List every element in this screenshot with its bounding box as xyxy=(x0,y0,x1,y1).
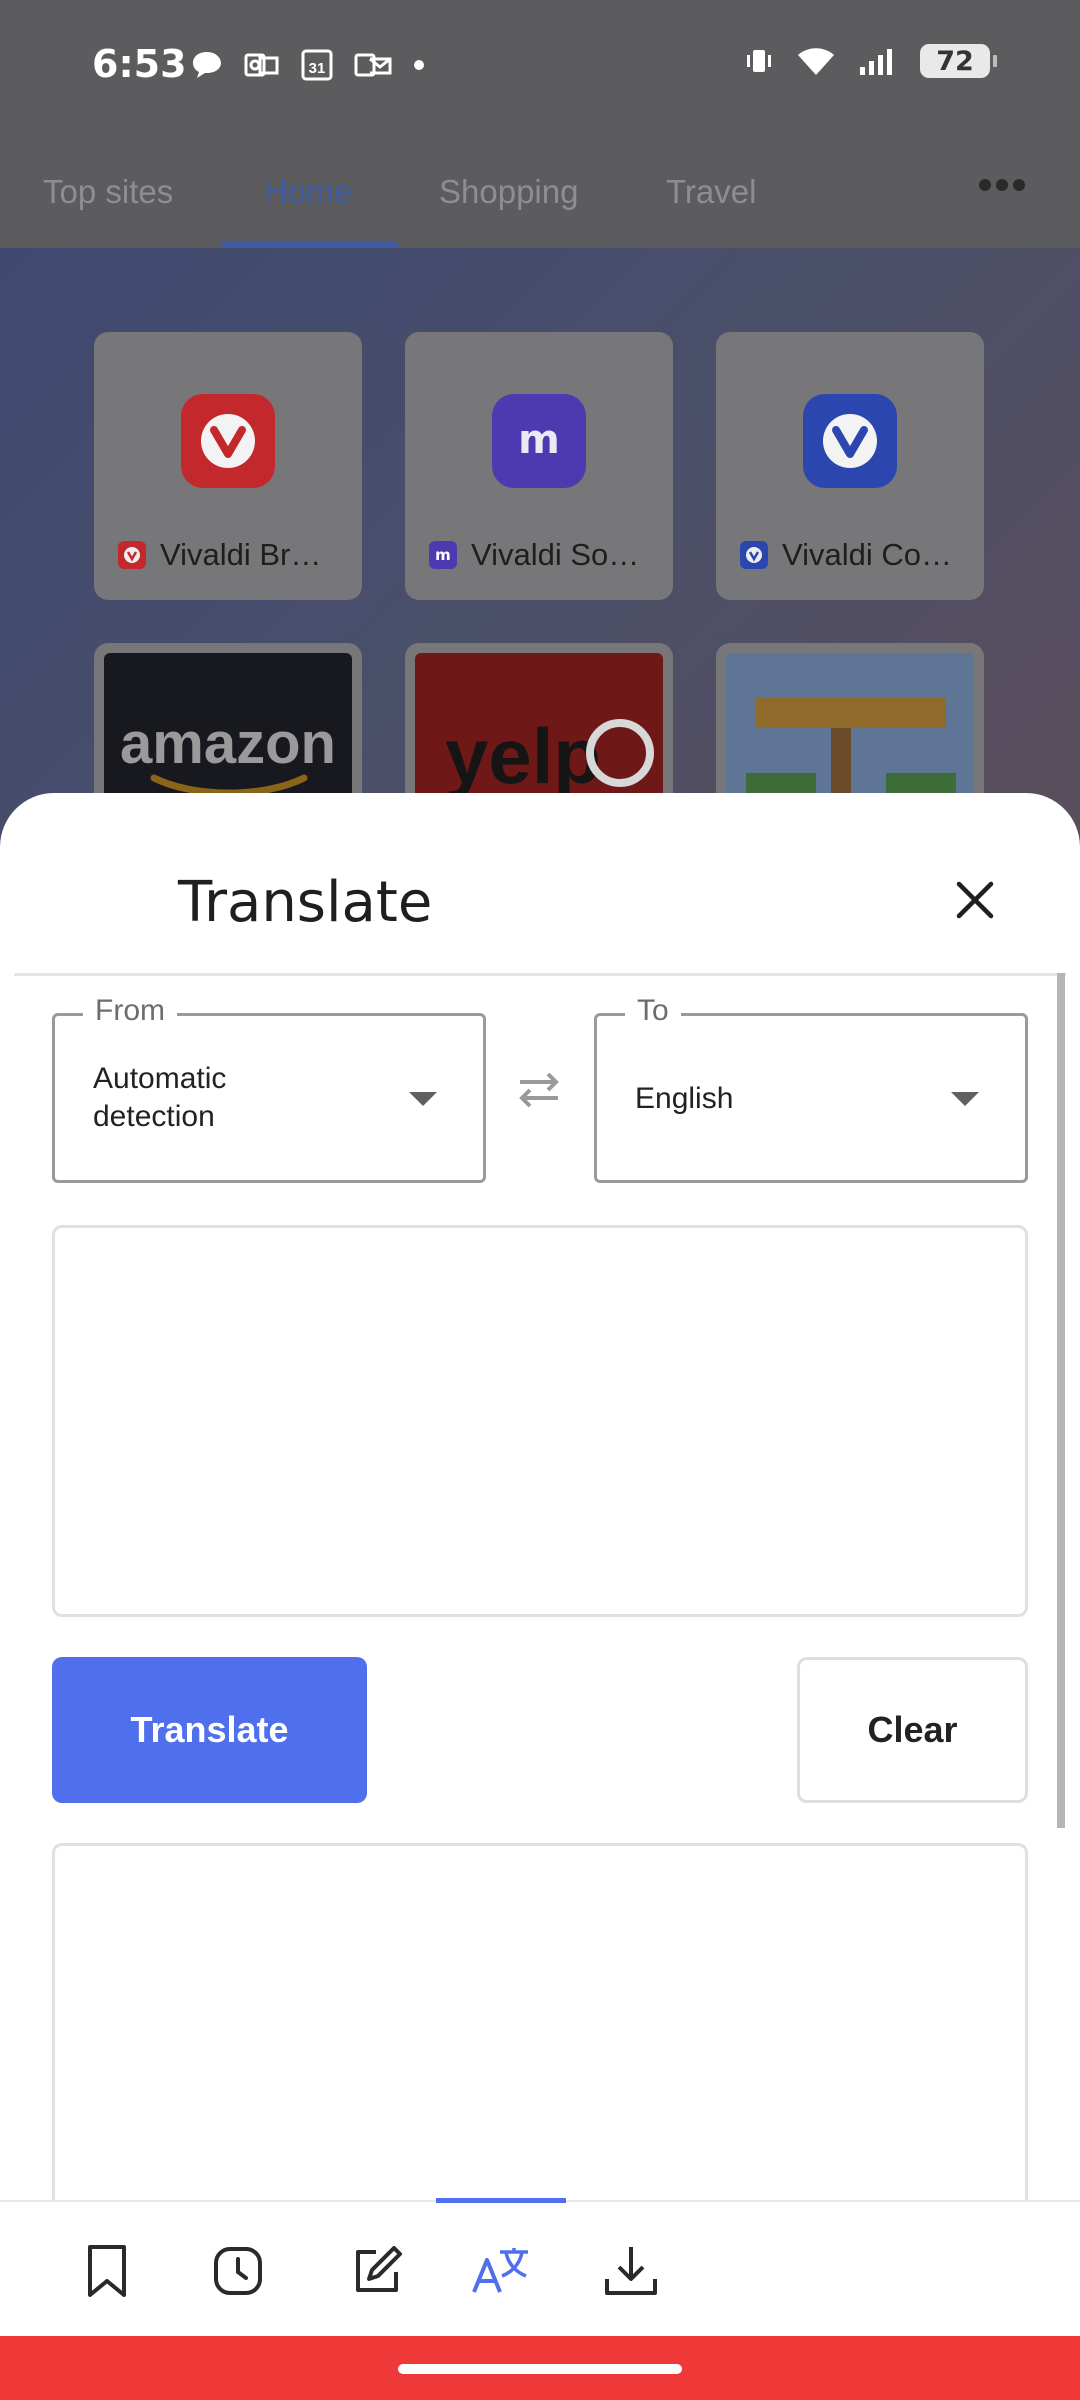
active-panel-indicator xyxy=(436,2198,566,2203)
status-time: 6:53 xyxy=(92,42,187,86)
calendar-icon: 31 xyxy=(300,48,334,82)
speed-dial-tile[interactable]: Vivaldi Br… xyxy=(94,332,362,600)
translate-button[interactable]: Translate xyxy=(52,1657,367,1803)
swap-languages-icon[interactable] xyxy=(516,1070,562,1115)
panel-divider xyxy=(14,973,1066,976)
dot-icon xyxy=(412,58,426,72)
mastodon-favicon-icon: m xyxy=(429,541,457,569)
bookmark-icon[interactable] xyxy=(72,2236,142,2306)
wifi-icon xyxy=(796,45,836,77)
tab-travel[interactable]: Travel xyxy=(666,173,756,211)
system-icons: 72 xyxy=(744,44,997,78)
notification-icons: 31 xyxy=(190,48,426,82)
from-value-line2: detection xyxy=(93,1100,215,1133)
clear-button[interactable]: Clear xyxy=(797,1657,1028,1803)
tile-label: Vivaldi Co… xyxy=(782,537,953,572)
tile-label: Vivaldi So… xyxy=(471,537,640,572)
chat-bubble-icon xyxy=(190,49,224,81)
to-label: To xyxy=(625,994,681,1028)
yelp-wordmark: yelp xyxy=(445,712,601,800)
more-options-icon[interactable] xyxy=(978,178,1026,197)
tile-label: Vivaldi Br… xyxy=(160,537,322,572)
from-value-line1: Automatic xyxy=(93,1062,227,1095)
battery-icon: 72 xyxy=(920,44,997,78)
calendar-day: 31 xyxy=(309,60,326,77)
system-nav-bar xyxy=(0,2336,1080,2400)
vivaldi-community-favicon-icon xyxy=(740,541,768,569)
chevron-down-icon xyxy=(951,1092,979,1106)
tab-shopping[interactable]: Shopping xyxy=(439,173,578,211)
svg-text:m: m xyxy=(518,417,560,463)
home-gesture-handle[interactable] xyxy=(398,2364,682,2374)
source-text-input[interactable] xyxy=(52,1225,1028,1617)
close-icon xyxy=(956,881,994,919)
vivaldi-community-logo-icon xyxy=(803,394,897,488)
panel-title: Translate xyxy=(178,870,433,935)
vibrate-icon xyxy=(744,46,774,76)
translate-panel: Translate From Automatic detection To En… xyxy=(0,793,1080,2336)
amazon-wordmark: amazon xyxy=(120,711,336,776)
from-label: From xyxy=(83,994,177,1028)
speed-dial-tile[interactable]: Vivaldi Co… xyxy=(716,332,984,600)
vivaldi-favicon-icon xyxy=(118,541,146,569)
outlook-icon xyxy=(244,49,280,81)
notes-icon[interactable] xyxy=(342,2236,412,2306)
translate-icon[interactable] xyxy=(466,2236,536,2306)
signal-icon xyxy=(858,45,898,77)
speed-dial-tabs: Top sites Home Shopping Travel xyxy=(0,135,1080,248)
history-icon[interactable] xyxy=(203,2236,273,2306)
tab-top-sites[interactable]: Top sites xyxy=(43,173,173,211)
to-value: English xyxy=(635,1082,734,1115)
speed-dial-grid: Vivaldi Br… m m Vivaldi So… Vivaldi Co… … xyxy=(0,248,1080,911)
from-language-select[interactable]: From Automatic detection xyxy=(52,994,486,1183)
vivaldi-logo-icon xyxy=(181,394,275,488)
panel-toolbar xyxy=(0,2198,1080,2336)
status-bar: 6:53 31 72 xyxy=(0,0,1080,135)
tab-home[interactable]: Home xyxy=(264,173,352,211)
close-button[interactable] xyxy=(948,873,1002,927)
svg-text:m: m xyxy=(435,546,451,564)
scrollbar[interactable] xyxy=(1057,973,1065,1828)
downloads-icon[interactable] xyxy=(596,2236,666,2306)
active-tab-indicator xyxy=(222,242,397,247)
battery-level: 72 xyxy=(936,45,974,77)
mastodon-logo-icon: m xyxy=(492,394,586,488)
to-language-select[interactable]: To English xyxy=(594,994,1028,1183)
chevron-down-icon xyxy=(409,1092,437,1106)
mail-icon xyxy=(354,49,392,81)
speed-dial-tile[interactable]: m m Vivaldi So… xyxy=(405,332,673,600)
